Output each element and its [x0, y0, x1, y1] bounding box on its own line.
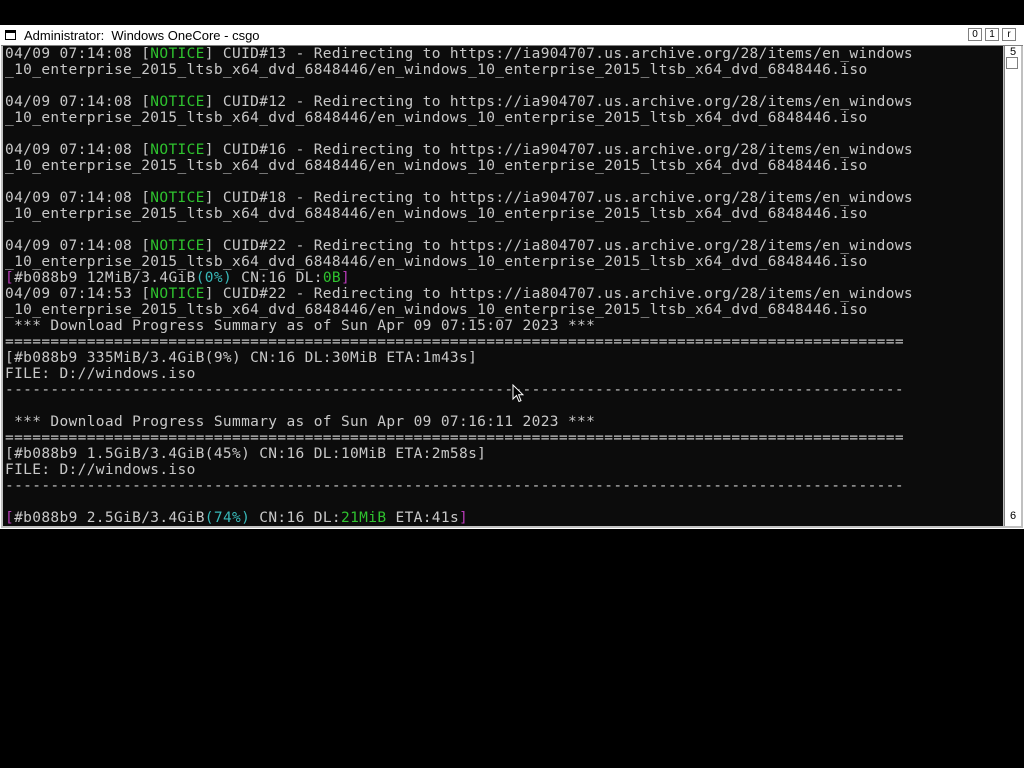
console-text-segment: (0%)	[195, 270, 233, 286]
console-lines: 04/09 07:14:08 [NOTICE] CUID#13 - Redire…	[5, 46, 913, 526]
console-text-segment: FILE: D://windows.iso	[5, 462, 196, 478]
console-text-segment: 0B	[322, 270, 342, 286]
vertical-scrollbar[interactable]: 5 6	[1004, 46, 1021, 526]
console-line: *** Download Progress Summary as of Sun …	[5, 414, 913, 430]
console-text-segment: 04/09 07:14:53 [	[5, 286, 151, 302]
console-text-segment: _10_enterprise_2015_ltsb_x64_dvd_6848446…	[5, 302, 868, 318]
console-text-segment: ========================================…	[5, 334, 904, 350]
console-text-segment: 04/09 07:14:08 [	[5, 94, 151, 110]
console-line: _10_enterprise_2015_ltsb_x64_dvd_6848446…	[5, 62, 913, 78]
console-text-segment: 04/09 07:14:08 [	[5, 142, 151, 158]
console-text-segment: #b088b9 12MiB/3.4GiB	[14, 270, 196, 286]
console-text-segment: CN:16 DL:	[232, 270, 323, 286]
console-text-segment: _10_enterprise_2015_ltsb_x64_dvd_6848446…	[5, 110, 868, 126]
console-text-segment: _10_enterprise_2015_ltsb_x64_dvd_6848446…	[5, 206, 868, 222]
console-text-segment: [	[5, 510, 15, 526]
console-line: _10_enterprise_2015_ltsb_x64_dvd_6848446…	[5, 254, 913, 270]
console-line: _10_enterprise_2015_ltsb_x64_dvd_6848446…	[5, 158, 913, 174]
console-text-segment: *** Download Progress Summary as of Sun …	[5, 318, 596, 334]
console-text-segment: [#b088b9 335MiB/3.4GiB(9%) CN:16 DL:30Mi…	[5, 350, 478, 366]
close-button[interactable]: r	[1002, 28, 1016, 41]
console-text-segment: [#b088b9 1.5GiB/3.4GiB(45%) CN:16 DL:10M…	[5, 446, 487, 462]
console-line: 04/09 07:14:53 [NOTICE] CUID#22 - Redire…	[5, 286, 913, 302]
console-text-segment: ]	[341, 270, 351, 286]
console-text-segment: ] CUID#12 - Redirecting to https://ia904…	[204, 94, 913, 110]
maximize-button[interactable]: 1	[985, 28, 999, 41]
console-text-segment: _10_enterprise_2015_ltsb_x64_dvd_6848446…	[5, 62, 868, 78]
console-line: 04/09 07:14:08 [NOTICE] CUID#22 - Redire…	[5, 238, 913, 254]
console-line: ----------------------------------------…	[5, 478, 913, 494]
console-text-segment: 04/09 07:14:08 [	[5, 238, 151, 254]
console-line: 04/09 07:14:08 [NOTICE] CUID#16 - Redire…	[5, 142, 913, 158]
console-text-segment: 04/09 07:14:08 [	[5, 190, 151, 206]
console-line: ========================================…	[5, 334, 913, 350]
console-line: FILE: D://windows.iso	[5, 366, 913, 382]
window-title: Administrator: Windows OneCore - csgo	[24, 28, 260, 43]
console-text-segment: CN:16 DL:	[250, 510, 341, 526]
console-text-segment: NOTICE	[150, 94, 205, 110]
scrollbar-thumb[interactable]	[1006, 57, 1018, 69]
console-text-segment: _10_enterprise_2015_ltsb_x64_dvd_6848446…	[5, 158, 868, 174]
arrow-pointer-icon	[512, 384, 524, 403]
console-line: 04/09 07:14:08 [NOTICE] CUID#13 - Redire…	[5, 46, 913, 62]
console-line: [#b088b9 1.5GiB/3.4GiB(45%) CN:16 DL:10M…	[5, 446, 913, 462]
console-line: _10_enterprise_2015_ltsb_x64_dvd_6848446…	[5, 206, 913, 222]
console-window: Administrator: Windows OneCore - csgo 0 …	[0, 25, 1024, 529]
console-window-icon[interactable]	[5, 30, 16, 40]
title-bar[interactable]: Administrator: Windows OneCore - csgo 0 …	[1, 26, 1023, 46]
console-text-segment: ] CUID#18 - Redirecting to https://ia904…	[204, 190, 913, 206]
console-text-segment: ETA:41s	[386, 510, 460, 526]
console-line: [#b088b9 2.5GiB/3.4GiB(74%) CN:16 DL:21M…	[5, 510, 913, 526]
console-text-segment: *** Download Progress Summary as of Sun …	[5, 414, 596, 430]
console-text-segment: NOTICE	[150, 286, 205, 302]
console-text-segment: _10_enterprise_2015_ltsb_x64_dvd_6848446…	[5, 254, 868, 270]
console-text-segment: NOTICE	[150, 46, 205, 62]
minimize-button[interactable]: 0	[968, 28, 982, 41]
console-line: 04/09 07:14:08 [NOTICE] CUID#18 - Redire…	[5, 190, 913, 206]
console-line: _10_enterprise_2015_ltsb_x64_dvd_6848446…	[5, 110, 913, 126]
console-output[interactable]: 04/09 07:14:08 [NOTICE] CUID#13 - Redire…	[3, 46, 1003, 526]
console-line: 04/09 07:14:08 [NOTICE] CUID#12 - Redire…	[5, 94, 913, 110]
console-line: FILE: D://windows.iso	[5, 462, 913, 478]
console-text-segment: (74%)	[204, 510, 251, 526]
console-text-segment: ] CUID#22 - Redirecting to https://ia804…	[204, 286, 913, 302]
console-text-segment: ========================================…	[5, 430, 904, 446]
console-text-segment: NOTICE	[150, 238, 205, 254]
console-text-segment: ----------------------------------------…	[5, 478, 904, 494]
console-text-segment: NOTICE	[150, 190, 205, 206]
console-text-segment: FILE: D://windows.iso	[5, 366, 196, 382]
console-text-segment: 21MiB	[341, 510, 387, 526]
console-line: _10_enterprise_2015_ltsb_x64_dvd_6848446…	[5, 302, 913, 318]
console-text-segment: ] CUID#16 - Redirecting to https://ia904…	[204, 142, 913, 158]
console-line: [#b088b9 335MiB/3.4GiB(9%) CN:16 DL:30Mi…	[5, 350, 913, 366]
console-text-segment: 04/09 07:14:08 [	[5, 46, 151, 62]
console-line: [#b088b9 12MiB/3.4GiB(0%) CN:16 DL:0B]	[5, 270, 913, 286]
console-text-segment: ] CUID#22 - Redirecting to https://ia804…	[204, 238, 913, 254]
console-line: *** Download Progress Summary as of Sun …	[5, 318, 913, 334]
console-line: ========================================…	[5, 430, 913, 446]
console-line: ----------------------------------------…	[5, 382, 913, 398]
console-text-segment: ]	[459, 510, 469, 526]
console-text-segment: [	[5, 270, 15, 286]
console-text-segment: #b088b9 2.5GiB/3.4GiB	[14, 510, 205, 526]
console-text-segment: ----------------------------------------…	[5, 382, 904, 398]
console-text-segment: NOTICE	[150, 142, 205, 158]
console-text-segment: ] CUID#13 - Redirecting to https://ia904…	[204, 46, 913, 62]
scroll-down-button[interactable]: 6	[1005, 510, 1021, 522]
